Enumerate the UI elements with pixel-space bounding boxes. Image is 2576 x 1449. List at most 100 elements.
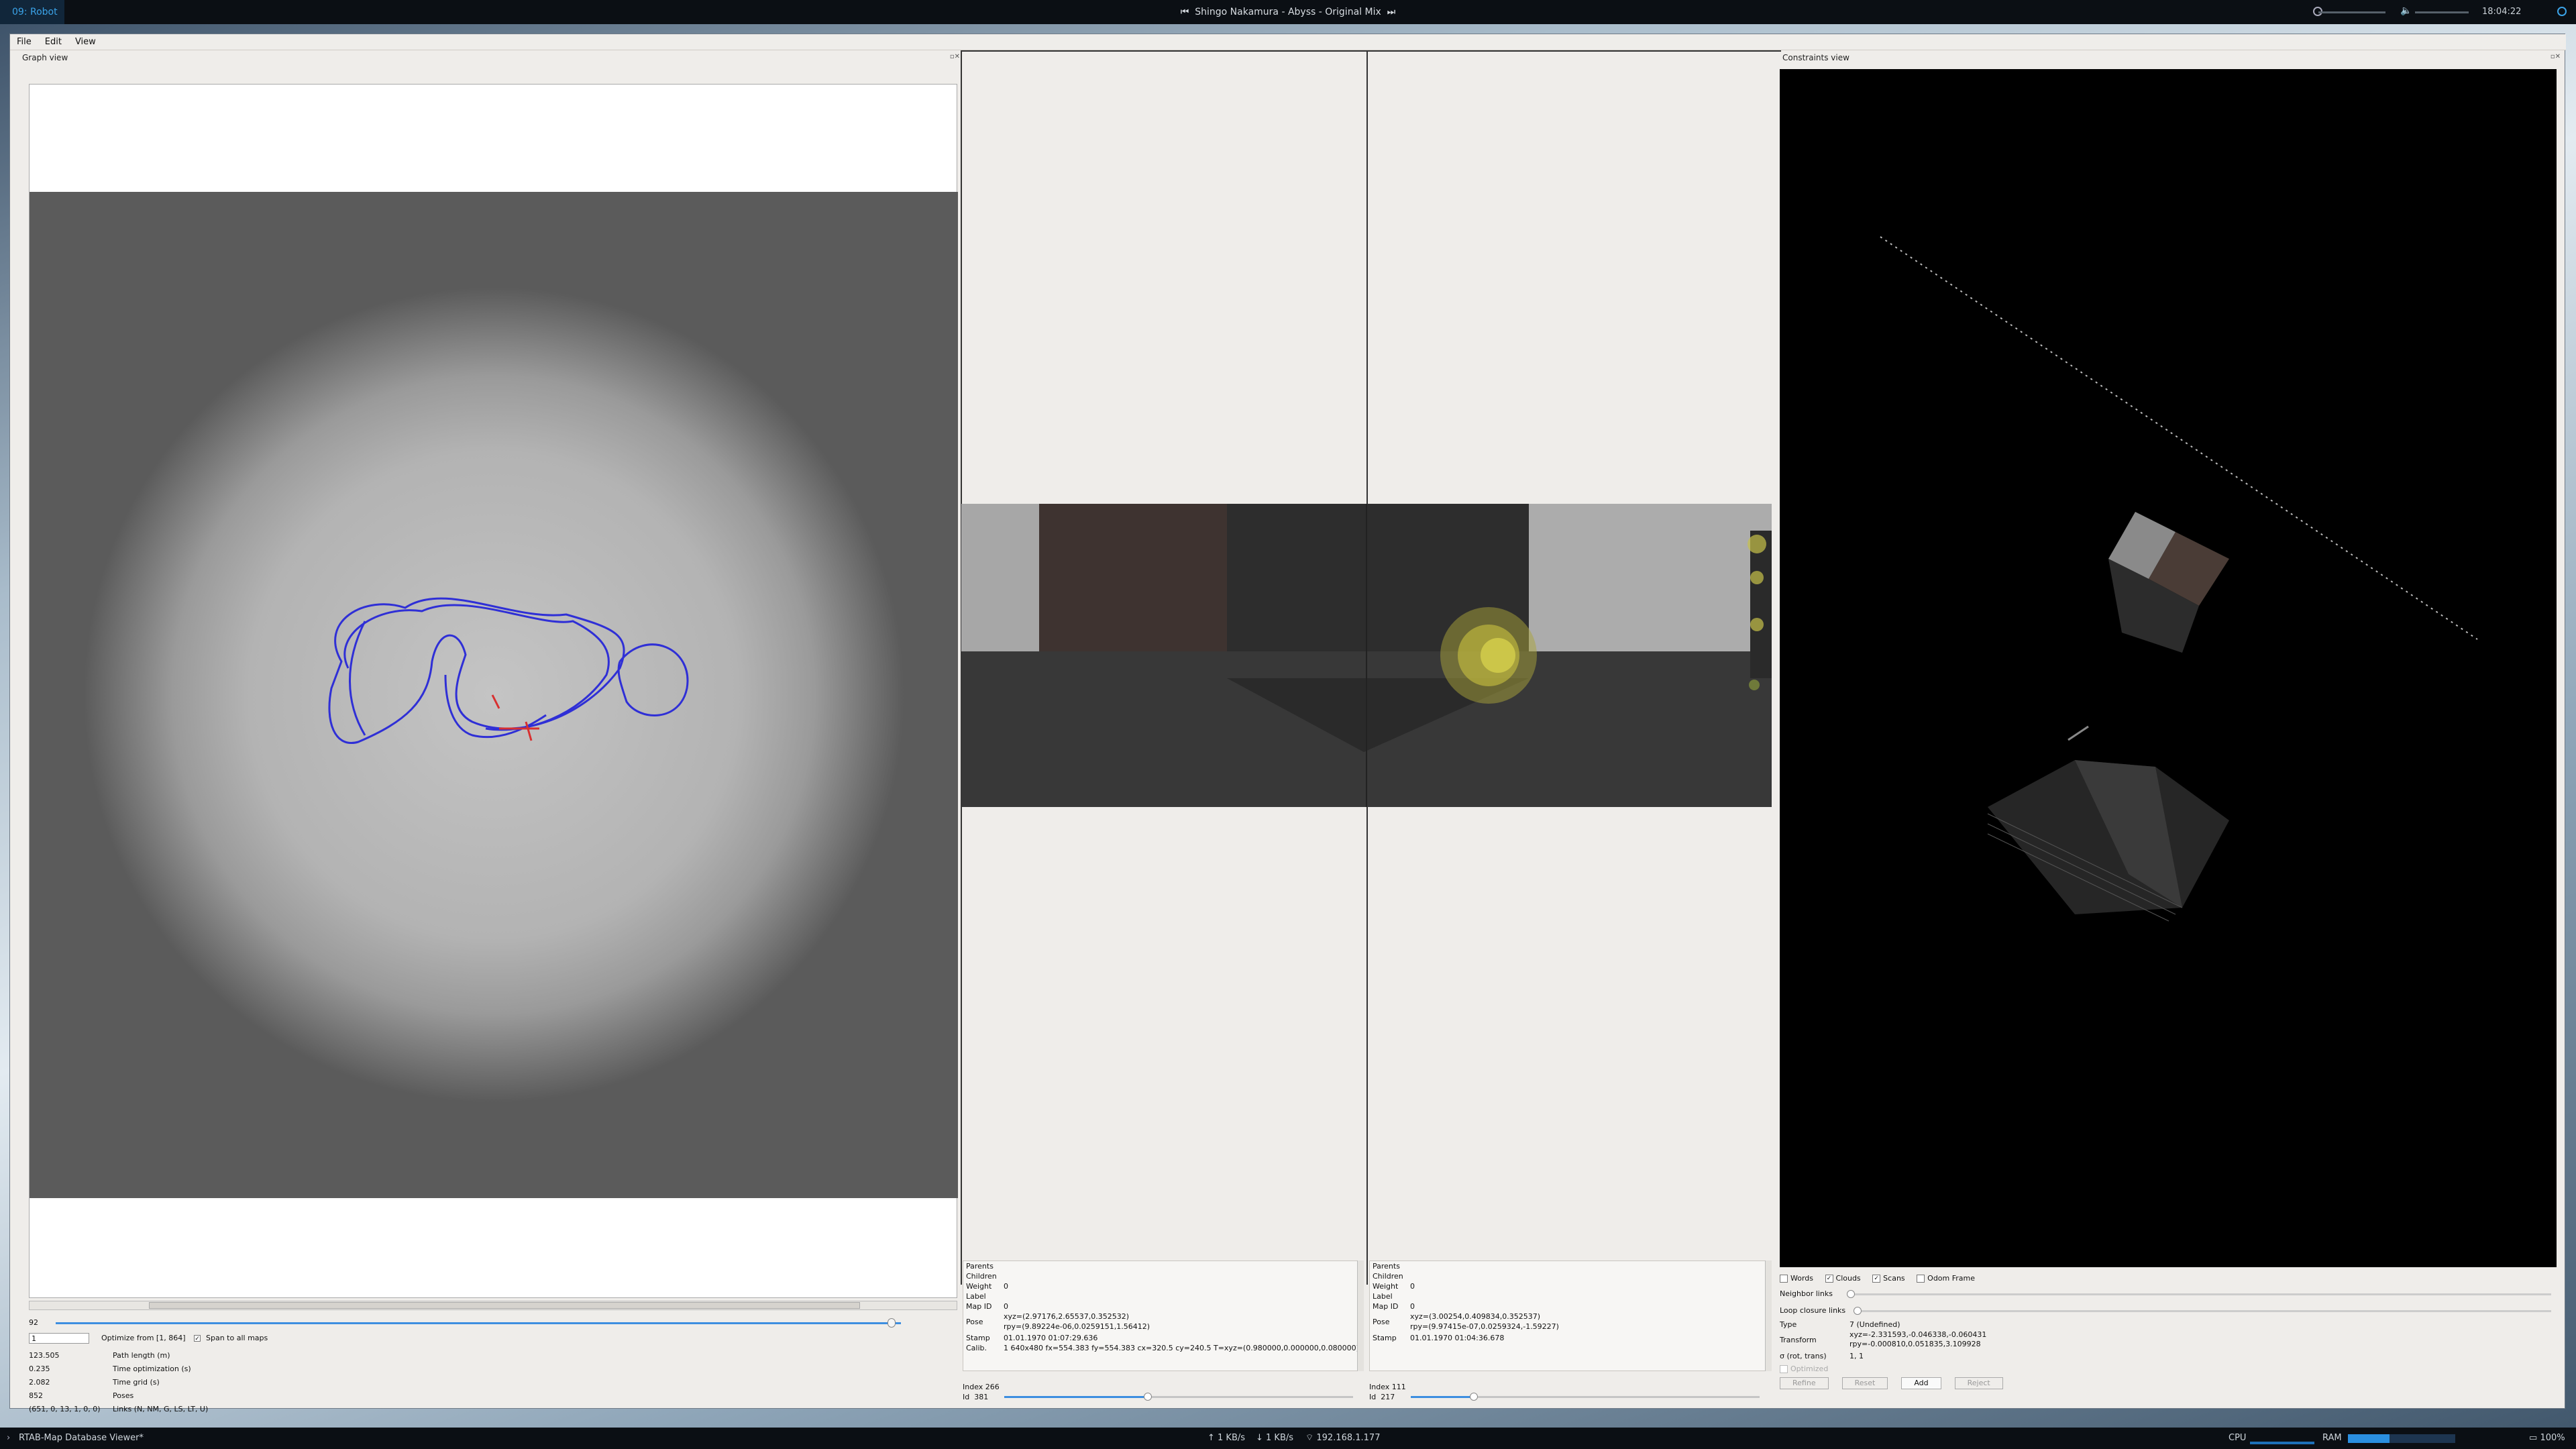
clouds-label: Clouds xyxy=(1835,1274,1861,1283)
refine-button[interactable]: Refine xyxy=(1780,1377,1829,1389)
sigma-label: σ (rot, trans) xyxy=(1780,1352,1827,1360)
constraint-buttons: Refine Reset Add Reject xyxy=(1780,1376,2557,1391)
type-value: 7 (Undefined) xyxy=(1849,1320,1900,1329)
iteration-slider[interactable]: 92 xyxy=(29,1318,957,1328)
index-row: Index 266 xyxy=(963,1383,1362,1393)
index-label: Index xyxy=(963,1383,983,1391)
next-track-icon[interactable]: ⏭ xyxy=(1384,7,1396,17)
loop-links-slider[interactable] xyxy=(1854,1310,2551,1312)
power-icon[interactable] xyxy=(2557,7,2567,16)
battery-value: 100% xyxy=(2540,1433,2565,1443)
node-a-slider-handle[interactable] xyxy=(1144,1393,1152,1401)
stat-label: Poses xyxy=(113,1391,134,1400)
reject-button[interactable]: Reject xyxy=(1954,1377,2003,1389)
optimize-from-label: Optimize from [1, 864] xyxy=(101,1334,186,1342)
volume-slider[interactable] xyxy=(2415,11,2469,13)
transform-row: Transform xyz=-2.331593,-0.046338,-0.0604… xyxy=(1780,1330,2557,1350)
stat-label: Time optimization (s) xyxy=(113,1364,191,1373)
odom-frame-label: Odom Frame xyxy=(1927,1274,1976,1283)
pose-label: Pose xyxy=(966,1318,983,1326)
stat-value: 852 xyxy=(29,1391,43,1400)
mapid-label: Map ID xyxy=(1373,1302,1399,1311)
download-speed: ↓ 1 KB/s xyxy=(1256,1433,1294,1443)
weight-row: Weight 0 xyxy=(966,1281,1362,1291)
workspace-indicator[interactable]: 09: Robot xyxy=(0,0,64,24)
optimized-label: Optimized xyxy=(1790,1364,1829,1373)
active-window-title[interactable]: RTAB-Map Database Viewer* xyxy=(19,1428,144,1449)
node-a-selector: Index 266 Id 381 xyxy=(963,1383,1362,1405)
stat-label: Links (N, NM, G, LS, LT, U) xyxy=(113,1405,209,1413)
reset-button[interactable]: Reset xyxy=(1841,1377,1888,1389)
neighbor-links-handle[interactable] xyxy=(1847,1290,1855,1298)
mapid-value: 0 xyxy=(1004,1302,1008,1311)
camera-scene xyxy=(961,504,1772,807)
now-playing[interactable]: ⏮ Shingo Nakamura - Abyss - Original Mix… xyxy=(1006,0,1570,24)
loop-links-handle[interactable] xyxy=(1854,1307,1862,1315)
cpu-label: CPU xyxy=(2229,1433,2247,1443)
calib-row: Calib. 1 640x480 fx=554.383 fy=554.383 cx… xyxy=(966,1343,1362,1353)
loop-links-row: Loop closure links xyxy=(1780,1303,2557,1320)
pose-rpy: rpy=(9.97415e-07,0.0259324,-1.59227) xyxy=(1410,1322,1559,1331)
scans-label: Scans xyxy=(1883,1274,1905,1283)
slider-track[interactable] xyxy=(56,1322,901,1324)
parents-label: Parents xyxy=(1373,1262,1400,1271)
menu-view[interactable]: View xyxy=(68,34,103,50)
occupancy-grid xyxy=(30,192,958,1198)
transform-label: Transform xyxy=(1780,1336,1817,1344)
words-checkbox[interactable] xyxy=(1780,1275,1788,1283)
ip-address: ⌔ 192.168.1.177 xyxy=(1305,1433,1381,1443)
slider-value: 92 xyxy=(29,1318,38,1327)
node-b-selector: Index 111 Id 217 xyxy=(1369,1383,1772,1405)
ram-bar-fill xyxy=(2348,1434,2390,1443)
id-value: 217 xyxy=(1381,1393,1395,1401)
slider-handle[interactable] xyxy=(888,1318,896,1328)
node-a-vscrollbar[interactable] xyxy=(1357,1260,1364,1371)
battery-icon: ▭ xyxy=(2529,1433,2538,1443)
chevron-right-icon: › xyxy=(7,1433,11,1443)
node-b-slider-handle[interactable] xyxy=(1470,1393,1478,1401)
id-label: Id xyxy=(1369,1393,1377,1401)
node-b-vscrollbar[interactable] xyxy=(1765,1260,1772,1371)
neighbor-links-label: Neighbor links xyxy=(1780,1289,1833,1298)
span-maps-label: Span to all maps xyxy=(206,1334,268,1342)
upload-speed: ↑ 1 KB/s xyxy=(1208,1433,1246,1443)
trajectory-graph xyxy=(328,597,689,744)
neighbor-links-slider[interactable] xyxy=(1847,1293,2551,1295)
stat-row: (651, 0, 13, 1, 0, 0) Links (N, NM, G, LS… xyxy=(29,1403,566,1416)
span-maps-checkbox[interactable]: ✓ xyxy=(194,1335,201,1342)
clouds-checkbox[interactable]: ✓ xyxy=(1825,1275,1833,1283)
add-button[interactable]: Add xyxy=(1901,1377,1941,1389)
dock-float-close-icon[interactable]: ▫✕ xyxy=(950,53,960,60)
ram-label: RAM xyxy=(2322,1433,2342,1443)
weight-label: Weight xyxy=(966,1282,992,1291)
music-icon: ⏮ xyxy=(1180,7,1192,17)
camera-image-pair[interactable] xyxy=(961,504,1772,807)
id-value: 381 xyxy=(974,1393,989,1401)
optimize-row: 1 Optimize from [1, 864] ✓ Span to all m… xyxy=(29,1332,700,1346)
stat-value: 123.505 xyxy=(29,1351,60,1360)
graph-canvas[interactable] xyxy=(29,84,958,1298)
node-b-info-panel: Parents Children Weight 0 Label Map ID 0 P… xyxy=(1369,1260,1772,1371)
constraints-3d-view[interactable] xyxy=(1780,69,2557,1267)
transform-rpy: rpy=-0.000810,0.051835,3.109928 xyxy=(1849,1340,1981,1348)
brightness-slider[interactable] xyxy=(2318,11,2385,13)
odom-frame-checkbox[interactable] xyxy=(1917,1275,1925,1283)
sigma-value: 1, 1 xyxy=(1849,1352,1864,1360)
scans-checkbox[interactable]: ✓ xyxy=(1872,1275,1881,1283)
loop-links-label: Loop closure links xyxy=(1780,1306,1846,1315)
menu-file[interactable]: File xyxy=(10,34,38,50)
menu-edit[interactable]: Edit xyxy=(38,34,68,50)
graph-hscrollbar[interactable] xyxy=(29,1301,957,1310)
scroll-thumb[interactable] xyxy=(149,1302,860,1309)
constraints-dock: Constraints view ▫✕ Words ✓ Clouds ✓ Sca… xyxy=(1777,50,2563,1399)
neighbor-links-row: Neighbor links xyxy=(1780,1286,2557,1303)
mapid-label: Map ID xyxy=(966,1302,992,1311)
dock-float-close-icon[interactable]: ▫✕ xyxy=(2551,53,2561,60)
pose-label: Pose xyxy=(1373,1318,1390,1326)
optimized-checkbox[interactable] xyxy=(1780,1365,1788,1373)
stat-row: 2.082 Time grid (s) xyxy=(29,1376,566,1389)
stamp-label: Stamp xyxy=(966,1334,990,1342)
optimize-from-spinbox[interactable]: 1 xyxy=(29,1333,89,1344)
battery-indicator: ▭ 100% xyxy=(2529,1428,2565,1449)
pose-values: xyz=(3.00254,0.409834,0.352537) rpy=(9.97… xyxy=(1410,1311,1559,1332)
